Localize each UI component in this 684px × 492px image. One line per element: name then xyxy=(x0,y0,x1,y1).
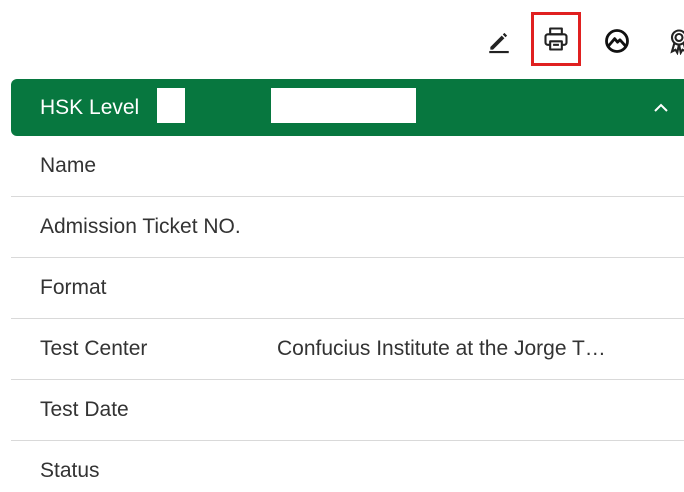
detail-row-test-center: Test Center Confucius Institute at the J… xyxy=(11,319,684,380)
redacted-level xyxy=(157,88,185,123)
row-label: Admission Ticket NO. xyxy=(40,215,241,238)
row-label: Status xyxy=(40,459,100,482)
row-label: Name xyxy=(40,154,97,177)
print-button[interactable] xyxy=(531,12,581,66)
detail-row-status: Status xyxy=(11,441,684,492)
award-icon xyxy=(670,29,684,55)
detail-row-ticket: Admission Ticket NO. xyxy=(11,197,684,258)
mountain-icon xyxy=(605,29,629,53)
chevron-up-icon[interactable] xyxy=(651,98,671,118)
hsk-score-page: HSK Level Name Admission Ticket NO. Form… xyxy=(0,0,684,492)
row-label: Format xyxy=(40,276,107,299)
certificate-button[interactable] xyxy=(660,22,684,60)
row-label: Test Date xyxy=(40,398,129,421)
detail-row-format: Format xyxy=(11,258,684,319)
score-report-button[interactable] xyxy=(598,22,636,60)
row-value: Confucius Institute at the Jorge T… xyxy=(277,337,606,360)
redacted-info xyxy=(271,88,416,123)
exam-details-list: Name Admission Ticket NO. Format Test Ce… xyxy=(11,136,684,492)
detail-row-test-date: Test Date xyxy=(11,380,684,441)
hsk-level-label: HSK Level xyxy=(40,96,140,119)
edit-button[interactable] xyxy=(480,22,518,60)
row-label: Test Center xyxy=(40,337,148,360)
hsk-level-header[interactable]: HSK Level xyxy=(11,79,684,136)
action-toolbar xyxy=(470,12,684,70)
print-icon xyxy=(544,27,568,51)
detail-row-name: Name xyxy=(11,136,684,197)
edit-icon xyxy=(489,32,509,54)
